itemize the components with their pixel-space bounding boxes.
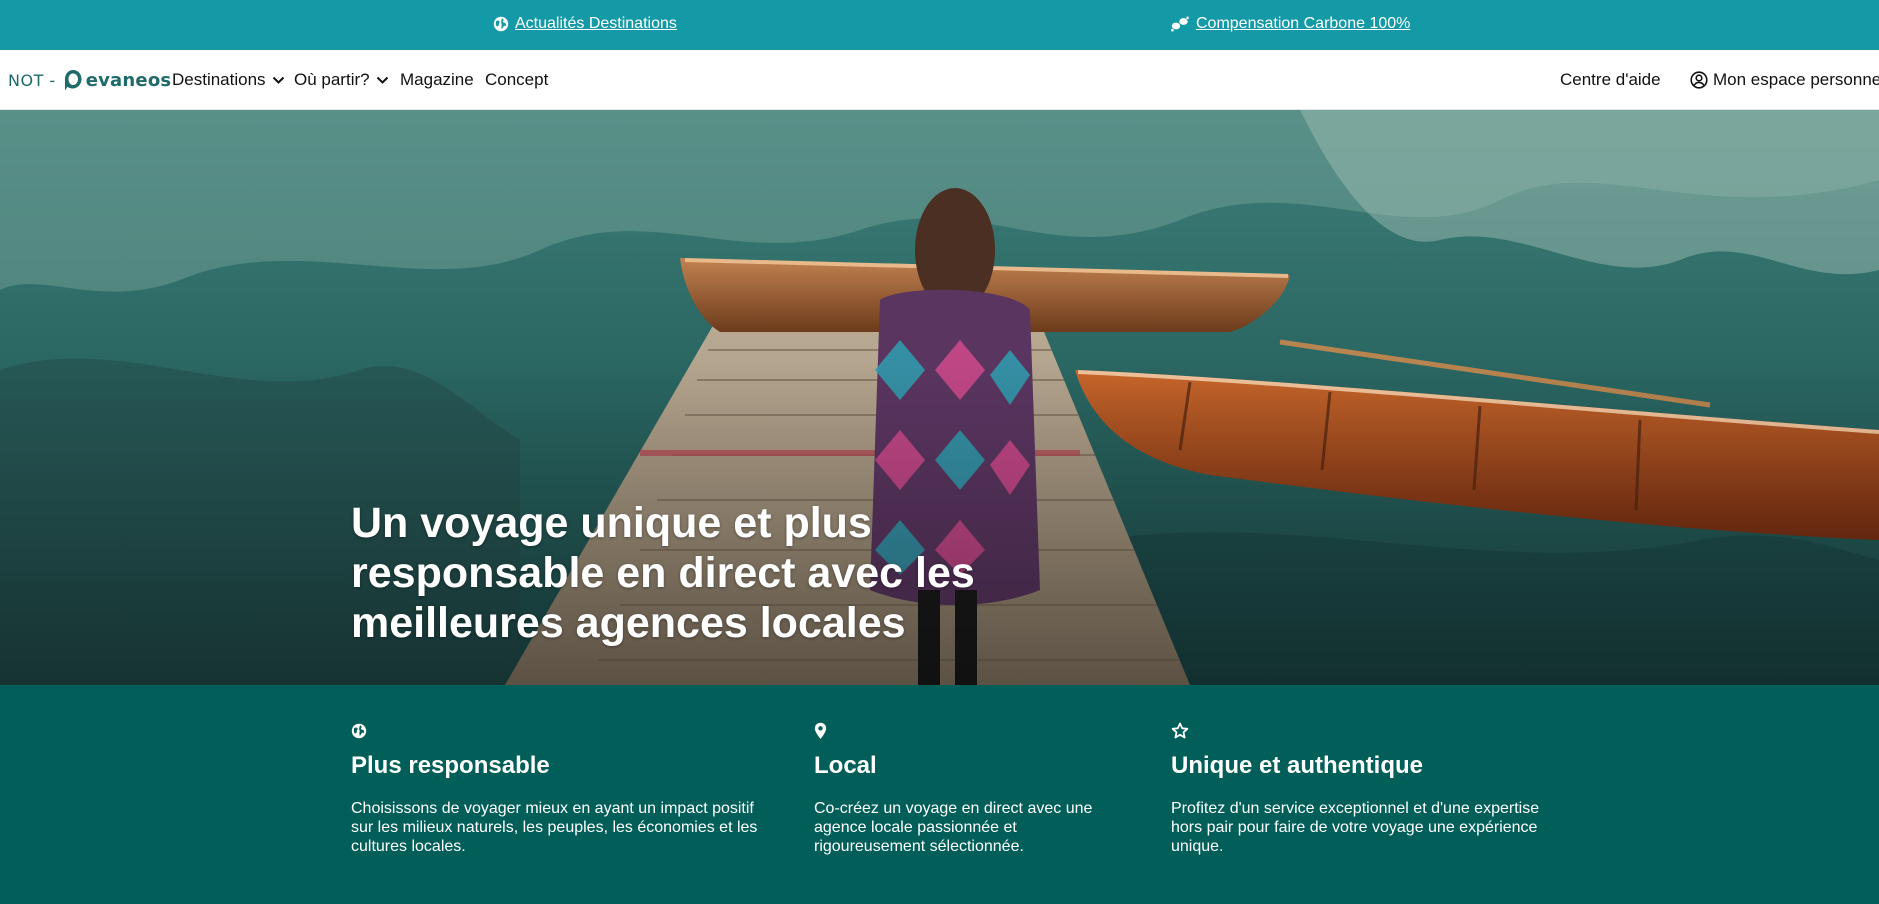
nav-concept[interactable]: Concept: [485, 70, 548, 90]
nav-destinations-label: Destinations: [172, 70, 266, 89]
user-circle-icon: [1690, 71, 1708, 89]
account-link[interactable]: Mon espace personnel: [1690, 70, 1879, 90]
evaneos-logo[interactable]: NOT - evaneos: [8, 67, 171, 93]
nav-destinations[interactable]: Destinations: [172, 70, 285, 90]
news-link[interactable]: Actualités Destinations: [493, 15, 677, 33]
feature-unique: Unique et authentique Profitez d'un serv…: [1171, 722, 1541, 856]
feature-text: Profitez d'un service exceptionnel et d'…: [1171, 800, 1540, 855]
logo-prefix: NOT -: [8, 70, 56, 90]
logo-word: evaneos: [85, 69, 172, 91]
chevron-down-icon: [272, 76, 284, 84]
help-center-label: Centre d'aide: [1560, 70, 1661, 89]
top-banner: Actualités Destinations Compensation Car…: [0, 0, 1879, 50]
feature-title: Plus responsable: [351, 752, 550, 779]
feature-text: Choisissons de voyager mieux en ayant un…: [351, 800, 758, 855]
nav-ou-partir-label: Où partir?: [294, 70, 370, 89]
feature-title: Local: [814, 752, 877, 779]
feature-text: Co-créez un voyage en direct avec une ag…: [814, 800, 1093, 855]
features-section: Plus responsable Choisissons de voyager …: [0, 685, 1879, 904]
evaneos-mark-icon: [64, 70, 82, 91]
nav-magazine[interactable]: Magazine: [400, 70, 474, 90]
nav-ou-partir[interactable]: Où partir?: [294, 70, 389, 90]
feature-responsible: Plus responsable Choisissons de voyager …: [351, 722, 771, 856]
map-pin-icon: [814, 722, 827, 739]
nav-magazine-label: Magazine: [400, 70, 474, 89]
hero-title: Un voyage unique et plus responsable en …: [351, 499, 975, 647]
globe-icon: [351, 723, 367, 739]
main-navbar: NOT - evaneos Destinations Où partir? Ma…: [0, 50, 1879, 110]
chevron-down-icon: [376, 76, 388, 84]
help-center-link[interactable]: Centre d'aide: [1560, 70, 1661, 90]
feature-local: Local Co-créez un voyage en direct avec …: [814, 722, 1124, 856]
footprints-icon: [1171, 16, 1189, 32]
feature-title: Unique et authentique: [1171, 752, 1423, 779]
hero-section: Un voyage unique et plus responsable en …: [0, 110, 1879, 685]
account-label: Mon espace personnel: [1713, 70, 1879, 89]
news-link-label: Actualités Destinations: [515, 15, 677, 32]
globe-icon: [493, 16, 509, 32]
carbon-link-label: Compensation Carbone 100%: [1196, 15, 1411, 32]
star-icon: [1171, 722, 1189, 739]
nav-concept-label: Concept: [485, 70, 549, 89]
carbon-link[interactable]: Compensation Carbone 100%: [1170, 15, 1410, 33]
